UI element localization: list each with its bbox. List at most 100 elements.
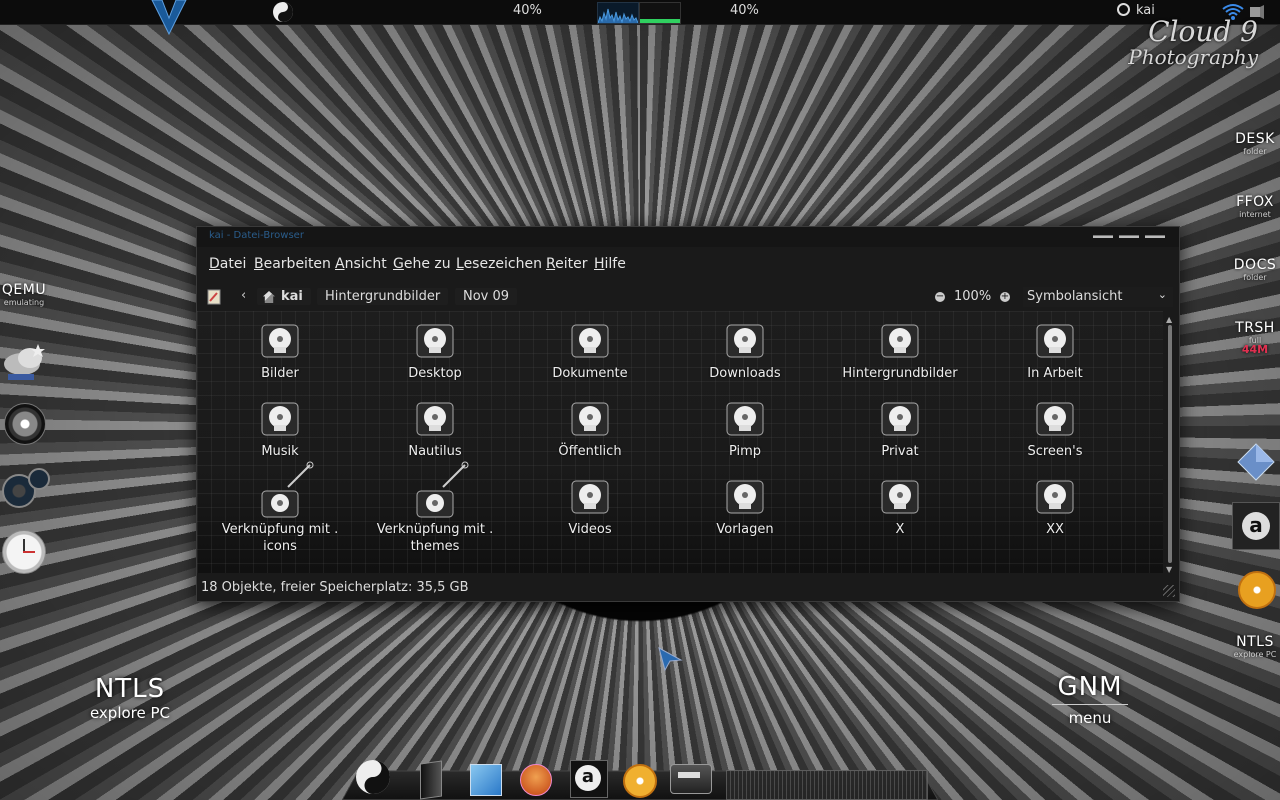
maximize-button[interactable] bbox=[1119, 235, 1139, 238]
launcher-label: DOCS bbox=[1233, 257, 1277, 273]
cd-dock-icon[interactable] bbox=[620, 758, 658, 798]
file-item[interactable]: Hintergrundbilder bbox=[835, 321, 965, 382]
blue-app-icon[interactable] bbox=[466, 758, 504, 796]
disc-icon[interactable] bbox=[4, 403, 46, 445]
drive-icon bbox=[726, 480, 764, 514]
zoom-in-button[interactable]: + bbox=[1000, 292, 1010, 302]
file-item[interactable]: Privat bbox=[835, 399, 965, 460]
file-item[interactable]: Öffentlich bbox=[525, 399, 655, 460]
home-icon bbox=[263, 291, 275, 303]
brand-line-1: Cloud 9 bbox=[1148, 15, 1258, 48]
file-item[interactable]: Dokumente bbox=[525, 321, 655, 382]
swirl-icon[interactable] bbox=[272, 1, 294, 23]
menu-datei[interactable]: Datei bbox=[209, 256, 246, 272]
file-item[interactable]: Verknüpfung mit . themes bbox=[370, 461, 500, 555]
circuit-dock-panel bbox=[726, 758, 928, 800]
file-item[interactable]: Nautilus bbox=[370, 399, 500, 460]
label-divider bbox=[1052, 704, 1128, 705]
breadcrumb-back-button[interactable]: ‹ bbox=[241, 288, 246, 303]
amarok-dock-icon[interactable]: a bbox=[570, 758, 608, 798]
close-button[interactable] bbox=[1145, 235, 1165, 238]
drive-dock-icon[interactable] bbox=[668, 758, 714, 796]
file-name: Screen's bbox=[1027, 444, 1083, 459]
vertical-scrollbar[interactable]: ▲ ▼ bbox=[1165, 315, 1175, 577]
minimize-button[interactable] bbox=[1093, 235, 1113, 238]
big-label-sub: explore PC bbox=[89, 704, 171, 722]
menu-ansicht[interactable]: Ansicht bbox=[335, 256, 387, 272]
scrollbar-thumb[interactable] bbox=[1168, 325, 1172, 563]
gauge-small-icon[interactable] bbox=[28, 468, 50, 490]
power-icon[interactable] bbox=[1117, 3, 1130, 16]
file-name: Verknüpfung mit . themes bbox=[376, 522, 494, 554]
menu-mnemonic: B bbox=[254, 256, 264, 272]
fox-app-icon[interactable] bbox=[516, 758, 554, 796]
drive-icon bbox=[261, 402, 299, 436]
scroll-down-icon[interactable]: ▼ bbox=[1166, 565, 1172, 574]
drive-icon bbox=[1036, 402, 1074, 436]
file-item[interactable]: Downloads bbox=[680, 321, 810, 382]
diamond-app-icon[interactable] bbox=[1236, 442, 1276, 482]
amarok-app-icon[interactable]: a bbox=[1232, 502, 1280, 550]
scroll-up-icon[interactable]: ▲ bbox=[1166, 315, 1172, 324]
gnome-menu-icon[interactable] bbox=[150, 0, 188, 36]
menu-bearbeiten[interactable]: Bearbeiten bbox=[254, 256, 331, 272]
cd-app-icon[interactable] bbox=[1238, 571, 1276, 609]
breadcrumb-home[interactable]: kai bbox=[257, 288, 311, 305]
menu-label: esezeichen bbox=[463, 256, 542, 272]
swirl-app-icon[interactable] bbox=[354, 758, 392, 796]
clock-icon[interactable] bbox=[2, 530, 46, 574]
weather-icon[interactable] bbox=[2, 340, 48, 384]
file-name: Videos bbox=[568, 522, 612, 537]
file-item[interactable]: Desktop bbox=[370, 321, 500, 382]
file-item[interactable]: XX bbox=[990, 477, 1120, 538]
file-item[interactable]: Verknüpfung mit . icons bbox=[215, 461, 345, 555]
cpu-graph bbox=[597, 2, 639, 24]
dock: a bbox=[341, 752, 939, 800]
drive-icon bbox=[726, 324, 764, 358]
breadcrumb-hintergrundbilder[interactable]: Hintergrundbilder bbox=[317, 288, 449, 305]
file-item[interactable]: Pimp bbox=[680, 399, 810, 460]
desktop-gnm-launcher[interactable]: GNM menu bbox=[1030, 672, 1150, 727]
launcher-trsh[interactable]: TRSH full 44M bbox=[1232, 320, 1278, 355]
view-mode-select[interactable]: Symbolansicht ⌄ bbox=[1023, 287, 1173, 307]
menu-mnemonic: H bbox=[594, 256, 605, 272]
file-item[interactable]: Screen's bbox=[990, 399, 1120, 460]
launcher-docs[interactable]: DOCS folder bbox=[1232, 257, 1278, 282]
location-toolbar: ‹ kai Hintergrundbilder Nov 09 − 100% + … bbox=[197, 285, 1179, 309]
menu-reiter[interactable]: Reiter bbox=[546, 256, 587, 272]
file-icon-view[interactable]: Bilder Desktop Dokumente Downloads Hinte… bbox=[197, 311, 1163, 573]
brand-text: Cloud 9 Photography bbox=[1128, 15, 1258, 69]
drive-icon bbox=[416, 324, 454, 358]
window-titlebar[interactable]: kai - Datei-Browser bbox=[197, 227, 1179, 247]
file-item[interactable]: In Arbeit bbox=[990, 321, 1120, 382]
file-item[interactable]: Videos bbox=[525, 477, 655, 538]
breadcrumb-nov09[interactable]: Nov 09 bbox=[455, 288, 518, 305]
edit-location-icon[interactable] bbox=[207, 289, 221, 305]
view-mode-value: Symbolansicht bbox=[1027, 289, 1123, 304]
zoom-out-button[interactable]: − bbox=[935, 292, 945, 302]
drive-icon bbox=[726, 402, 764, 436]
menu-gehe-zu[interactable]: Gehe zu bbox=[393, 256, 451, 272]
menu-mnemonic: A bbox=[335, 256, 345, 272]
resize-grip-icon[interactable] bbox=[1163, 585, 1175, 597]
menu-hilfe[interactable]: Hilfe bbox=[594, 256, 626, 272]
launcher-ffox[interactable]: FFOX internet bbox=[1232, 194, 1278, 219]
launcher-ntls[interactable]: NTLS explore PC bbox=[1232, 634, 1278, 659]
file-item[interactable]: Musik bbox=[215, 399, 345, 460]
drive-link-icon bbox=[416, 461, 469, 518]
file-name: XX bbox=[1046, 522, 1064, 537]
menu-label: ehe zu bbox=[403, 256, 451, 272]
file-name: Downloads bbox=[709, 366, 781, 381]
launcher-sub: folder bbox=[1243, 273, 1267, 282]
file-item[interactable]: X bbox=[835, 477, 965, 538]
launcher-qemu[interactable]: QEMU emulating bbox=[0, 282, 48, 307]
file-item[interactable]: Bilder bbox=[215, 321, 345, 382]
menu-lesezeichen[interactable]: Lesezeichen bbox=[456, 256, 542, 272]
drive-icon bbox=[1036, 324, 1074, 358]
desktop-ntls-launcher[interactable]: NTLS explore PC bbox=[70, 674, 190, 722]
terminal-app-icon[interactable] bbox=[412, 758, 450, 800]
top-panel: 40% 40% kai bbox=[0, 0, 1280, 36]
file-item[interactable]: Vorlagen bbox=[680, 477, 810, 538]
launcher-desk[interactable]: DESK folder bbox=[1232, 131, 1278, 156]
launcher-label: DESK bbox=[1235, 131, 1275, 147]
